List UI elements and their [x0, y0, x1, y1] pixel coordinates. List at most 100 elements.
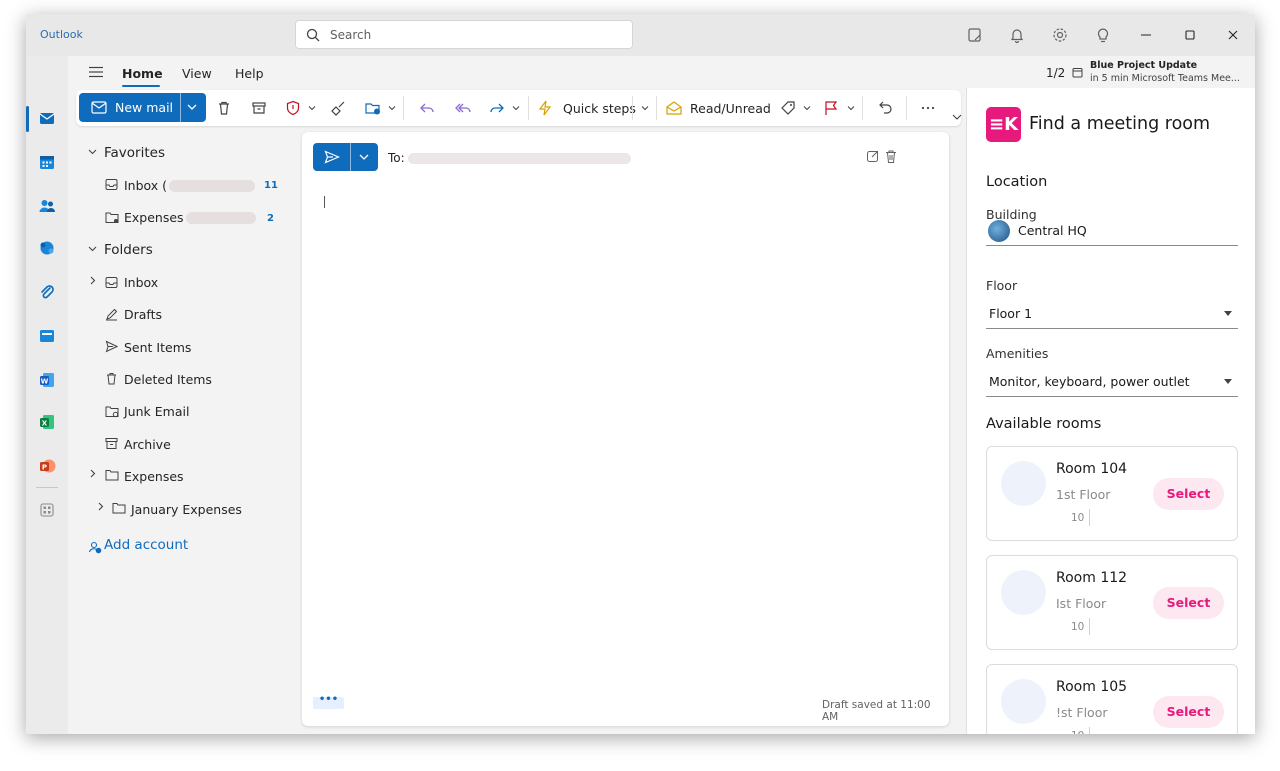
- amenities-dropdown[interactable]: Monitor, keyboard, power outlet: [986, 367, 1238, 397]
- room-floor: 1st Floor: [1056, 487, 1111, 502]
- new-mail-button[interactable]: New mail: [79, 93, 206, 122]
- ribbon-toolbar: New mail Quick steps Read/Unread: [76, 90, 961, 126]
- chevron-down-icon[interactable]: [847, 104, 855, 112]
- room-name: Room 112: [1056, 570, 1128, 586]
- move-folder-icon[interactable]: [364, 99, 382, 117]
- chevron-down-icon[interactable]: [803, 104, 811, 112]
- reply-all-icon[interactable]: [454, 99, 472, 117]
- favorites-header[interactable]: Favorites: [104, 145, 165, 161]
- rail-separator: [36, 487, 58, 488]
- reply-icon[interactable]: [418, 99, 436, 117]
- chevron-down-icon[interactable]: [512, 104, 520, 112]
- chevron-right-icon[interactable]: [90, 469, 96, 478]
- building-field[interactable]: Central HQ: [986, 216, 1238, 246]
- select-room-button[interactable]: Select: [1153, 696, 1224, 728]
- lightning-icon[interactable]: [536, 99, 554, 117]
- forward-icon[interactable]: [488, 99, 506, 117]
- lightbulb-icon[interactable]: [1094, 26, 1112, 44]
- calendar-icon[interactable]: [37, 152, 57, 172]
- folders-header[interactable]: Folders: [104, 242, 153, 258]
- chevron-down-icon[interactable]: [952, 114, 962, 121]
- discard-icon[interactable]: [884, 149, 898, 164]
- dropdown-arrow-icon: [1224, 311, 1232, 316]
- quick-steps-label[interactable]: Quick steps: [563, 101, 636, 116]
- flag-icon[interactable]: [822, 99, 840, 117]
- read-unread-label[interactable]: Read/Unread: [690, 101, 771, 116]
- tab-help[interactable]: Help: [235, 66, 264, 81]
- archive-icon: [105, 438, 118, 449]
- trash-icon: [107, 373, 116, 385]
- ribbon-divider: [632, 96, 633, 120]
- folder-sent-items[interactable]: Sent Items: [124, 340, 191, 355]
- people-icon[interactable]: [37, 196, 57, 216]
- floor-dropdown[interactable]: Floor 1: [986, 299, 1238, 329]
- reminder-pager[interactable]: 1/2: [1046, 66, 1065, 80]
- folder-inbox[interactable]: Inbox: [124, 275, 158, 290]
- report-shield-icon[interactable]: [284, 99, 302, 117]
- groups-icon[interactable]: [37, 238, 57, 258]
- delete-icon[interactable]: [215, 99, 233, 117]
- folder-deleted-items[interactable]: Deleted Items: [124, 372, 212, 387]
- chevron-down-icon[interactable]: [359, 154, 369, 161]
- chevron-down-icon[interactable]: [88, 149, 97, 155]
- compose-pane: To: ••• Draft saved at 11:00 AM: [302, 132, 949, 726]
- chevron-down-icon[interactable]: [88, 246, 97, 252]
- attachment-icon[interactable]: [37, 282, 57, 302]
- tab-home-underline: [122, 85, 160, 87]
- word-icon[interactable]: W: [37, 370, 57, 390]
- hamburger-icon[interactable]: [88, 66, 104, 78]
- send-button[interactable]: [313, 143, 378, 171]
- folder-expenses[interactable]: Expenses: [124, 469, 184, 484]
- more-options-icon[interactable]: [919, 99, 937, 117]
- close-icon[interactable]: [1225, 27, 1241, 43]
- favorite-expenses[interactable]: Expenses (: [124, 210, 192, 225]
- add-account-link[interactable]: Add account: [104, 537, 188, 553]
- to-label: To:: [388, 151, 405, 165]
- to-recipient-field[interactable]: [408, 153, 631, 164]
- location-heading: Location: [986, 174, 1048, 190]
- chevron-down-icon[interactable]: [388, 104, 396, 112]
- envelope-open-icon[interactable]: [665, 99, 683, 117]
- powerpoint-icon[interactable]: P: [37, 456, 57, 476]
- search-box[interactable]: Search: [295, 20, 633, 49]
- favorite-inbox[interactable]: Inbox (: [124, 178, 167, 193]
- tab-view[interactable]: View: [182, 66, 212, 81]
- minimize-icon[interactable]: [1138, 27, 1154, 43]
- chevron-right-icon[interactable]: [90, 276, 96, 285]
- chevron-right-icon[interactable]: [98, 502, 104, 511]
- addin-logo: ≡K: [986, 107, 1021, 142]
- gear-icon[interactable]: [1051, 26, 1069, 44]
- sweep-icon[interactable]: [330, 99, 348, 117]
- more-actions-button[interactable]: •••: [313, 695, 344, 709]
- body-editor-caret[interactable]: [324, 196, 325, 208]
- shared-folder-icon: [105, 212, 119, 223]
- app-name: Outlook: [40, 28, 83, 41]
- folder-january-expenses[interactable]: January Expenses: [131, 502, 242, 517]
- room-floor: !st Floor: [1056, 705, 1108, 720]
- folder-drafts[interactable]: Drafts: [124, 307, 162, 322]
- todo-icon[interactable]: [37, 326, 57, 346]
- folder-archive[interactable]: Archive: [124, 437, 171, 452]
- archive-icon[interactable]: [250, 99, 268, 117]
- pop-out-icon[interactable]: [866, 149, 880, 163]
- maximize-icon[interactable]: [1182, 27, 1198, 43]
- ribbon-divider: [528, 96, 529, 120]
- bell-icon[interactable]: [1008, 26, 1026, 44]
- unread-count: 11: [264, 180, 278, 191]
- notes-icon[interactable]: [966, 26, 984, 44]
- undo-icon[interactable]: [877, 99, 895, 117]
- tag-icon[interactable]: [779, 99, 797, 117]
- excel-icon[interactable]: X: [37, 412, 57, 432]
- folder-junk-email[interactable]: Junk Email: [124, 404, 189, 419]
- apps-icon[interactable]: [37, 500, 57, 520]
- mail-icon[interactable]: [37, 108, 57, 128]
- chevron-down-icon[interactable]: [641, 104, 649, 112]
- reminder-title[interactable]: Blue Project Update: [1090, 60, 1197, 71]
- chevron-down-icon[interactable]: [187, 104, 197, 111]
- select-room-button[interactable]: Select: [1153, 478, 1224, 510]
- tab-home[interactable]: Home: [122, 66, 163, 81]
- chevron-down-icon[interactable]: [308, 104, 316, 112]
- select-room-button[interactable]: Select: [1153, 587, 1224, 619]
- reminder-subtitle[interactable]: in 5 min Microsoft Teams Mee...: [1090, 73, 1240, 84]
- new-mail-split: [180, 93, 181, 122]
